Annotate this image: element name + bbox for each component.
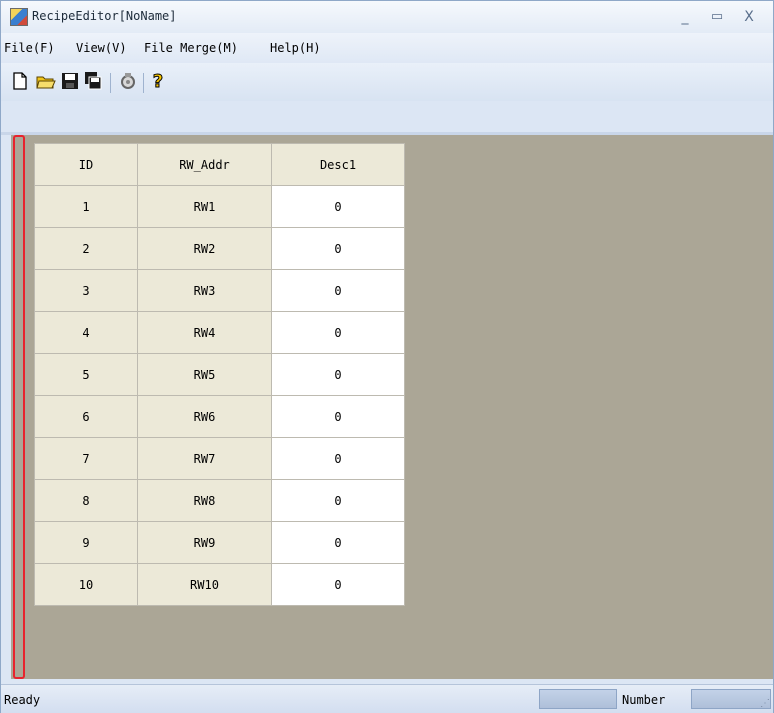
close-button[interactable]: X: [739, 7, 759, 27]
table-row: 6 RW6 0: [34, 395, 405, 438]
cell-id[interactable]: 3: [34, 269, 138, 312]
new-file-icon[interactable]: [9, 69, 31, 93]
cell-rw-addr[interactable]: RW10: [137, 563, 272, 606]
table-row: 9 RW9 0: [34, 521, 405, 564]
cell-desc1[interactable]: 0: [271, 395, 405, 438]
app-icon: [10, 8, 28, 26]
menu-bar: File(F) View(V) File Merge(M) Help(H): [1, 33, 773, 63]
cell-desc1[interactable]: 0: [271, 479, 405, 522]
cell-id[interactable]: 2: [34, 227, 138, 270]
cell-id[interactable]: 5: [34, 353, 138, 396]
cell-rw-addr[interactable]: RW5: [137, 353, 272, 396]
minimize-button[interactable]: _: [675, 7, 695, 27]
cell-rw-addr[interactable]: RW6: [137, 395, 272, 438]
cell-desc1[interactable]: 0: [271, 185, 405, 228]
resize-grip-icon[interactable]: ⋰: [758, 698, 770, 710]
cell-desc1[interactable]: 0: [271, 437, 405, 480]
menu-view[interactable]: View(V): [76, 41, 127, 55]
recipe-editor-window: RecipeEditor[NoName] _ ▭ X File(F) View(…: [0, 0, 774, 713]
status-number: Number: [622, 693, 666, 707]
table-row: 4 RW4 0: [34, 311, 405, 354]
cell-desc1[interactable]: 0: [271, 227, 405, 270]
header-id[interactable]: ID: [34, 143, 138, 186]
highlight-box: [13, 135, 25, 679]
menu-help[interactable]: Help(H): [270, 41, 321, 55]
cell-rw-addr[interactable]: RW2: [137, 227, 272, 270]
table-row: 5 RW5 0: [34, 353, 405, 396]
cell-desc1[interactable]: 0: [271, 269, 405, 312]
cell-id[interactable]: 9: [34, 521, 138, 564]
table-row: 3 RW3 0: [34, 269, 405, 312]
header-rw-addr[interactable]: RW_Addr: [137, 143, 272, 186]
grid-header-row: ID RW_Addr Desc1: [34, 143, 405, 186]
title-bar[interactable]: RecipeEditor[NoName] _ ▭ X: [1, 1, 773, 33]
toolbar-separator: [110, 73, 111, 93]
cell-id[interactable]: 10: [34, 563, 138, 606]
help-glyph: ?: [152, 70, 164, 92]
table-row: 7 RW7 0: [34, 437, 405, 480]
cell-id[interactable]: 8: [34, 479, 138, 522]
recipe-grid[interactable]: ID RW_Addr Desc1 1 RW1 0 2 RW2 0 3 RW3 0 4 RW4 0 5 RW…: [34, 143, 405, 606]
cell-id[interactable]: 7: [34, 437, 138, 480]
status-pane: [539, 689, 617, 709]
status-ready: Ready: [4, 693, 41, 707]
cell-desc1[interactable]: 0: [271, 521, 405, 564]
cell-id[interactable]: 1: [34, 185, 138, 228]
cell-id[interactable]: 6: [34, 395, 138, 438]
table-row: 8 RW8 0: [34, 479, 405, 522]
cell-rw-addr[interactable]: RW9: [137, 521, 272, 564]
save-icon[interactable]: [59, 69, 81, 93]
cell-id[interactable]: 4: [34, 311, 138, 354]
cell-rw-addr[interactable]: RW1: [137, 185, 272, 228]
cell-desc1[interactable]: 0: [271, 311, 405, 354]
print-icon[interactable]: [117, 69, 139, 93]
table-row: 1 RW1 0: [34, 185, 405, 228]
header-desc1[interactable]: Desc1: [271, 143, 405, 186]
cell-desc1[interactable]: 0: [271, 563, 405, 606]
menu-file-merge[interactable]: File Merge(M): [144, 41, 238, 55]
table-row: 2 RW2 0: [34, 227, 405, 270]
help-icon[interactable]: ?: [147, 69, 169, 93]
cell-rw-addr[interactable]: RW4: [137, 311, 272, 354]
save-as-icon[interactable]: [82, 69, 104, 93]
cell-desc1[interactable]: 0: [271, 353, 405, 396]
open-folder-icon[interactable]: [35, 69, 57, 93]
table-row: 10 RW10 0: [34, 563, 405, 606]
toolbar-separator: [143, 73, 144, 93]
window-title: RecipeEditor[NoName]: [32, 9, 177, 23]
maximize-button[interactable]: ▭: [707, 7, 727, 27]
menu-file[interactable]: File(F): [4, 41, 55, 55]
left-strip: [1, 135, 11, 679]
toolbar: ?: [1, 63, 773, 101]
cell-rw-addr[interactable]: RW3: [137, 269, 272, 312]
cell-rw-addr[interactable]: RW7: [137, 437, 272, 480]
status-bar: Ready Number ⋰: [1, 684, 773, 713]
cell-rw-addr[interactable]: RW8: [137, 479, 272, 522]
